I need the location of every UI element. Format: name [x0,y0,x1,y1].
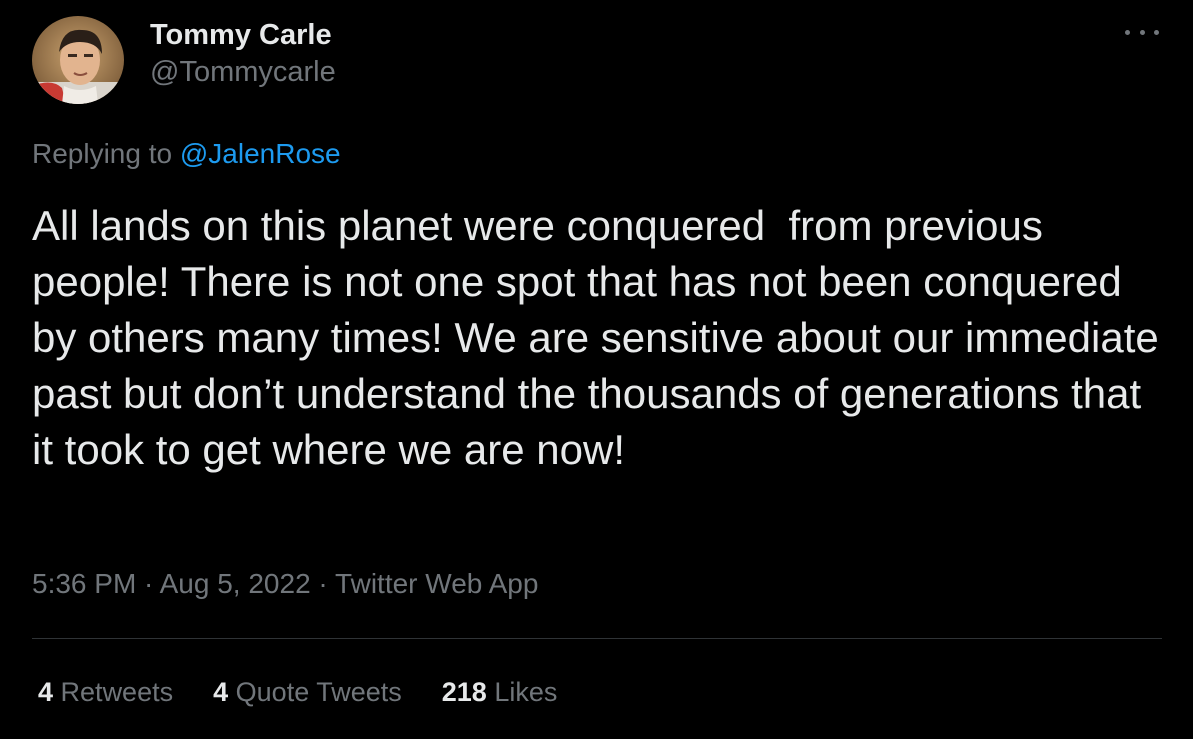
author-names: Tommy Carle @Tommycarle [150,11,336,99]
dot [1154,29,1159,35]
profile-photo-icon [32,16,124,104]
tweet-text: All lands on this planet were conquered … [32,202,1171,473]
likes-stat[interactable]: 218 Likes [442,674,558,710]
retweets-label: Retweets [60,677,174,707]
dot [1139,29,1145,35]
avatar[interactable] [32,16,124,104]
tweet-header: Tommy Carle @Tommycarle [32,16,336,104]
divider [32,638,1162,639]
dot [1125,29,1130,35]
quote-tweets-count: 4 [213,677,229,707]
likes-label: Likes [494,677,558,707]
author-display-name[interactable]: Tommy Carle [150,18,336,52]
replying-to-handle-link[interactable]: @JalenRose [180,138,341,169]
tweet-date[interactable]: Aug 5, 2022 [160,568,311,599]
tweet-detail: Tommy Carle @Tommycarle Replying to @Jal… [0,0,1193,739]
quote-tweets-stat[interactable]: 4 Quote Tweets [213,674,402,710]
quote-tweets-label: Quote Tweets [235,677,402,707]
tweet-metadata: 5:36 PM · Aug 5, 2022 · Twitter Web App [32,566,538,602]
tweet-stats: 4 Retweets 4 Quote Tweets 218 Likes [38,674,597,710]
separator: · [310,568,336,599]
author-handle[interactable]: @Tommycarle [150,52,336,92]
retweets-count: 4 [38,677,54,707]
replying-to: Replying to @JalenRose [32,136,341,172]
more-options-icon[interactable] [1125,22,1159,42]
tweet-time[interactable]: 5:36 PM [32,568,136,599]
tweet-source[interactable]: Twitter Web App [335,568,538,599]
replying-to-prefix: Replying to [32,138,180,169]
likes-count: 218 [441,677,487,707]
separator: · [136,568,160,599]
retweets-stat[interactable]: 4 Retweets [38,674,173,710]
